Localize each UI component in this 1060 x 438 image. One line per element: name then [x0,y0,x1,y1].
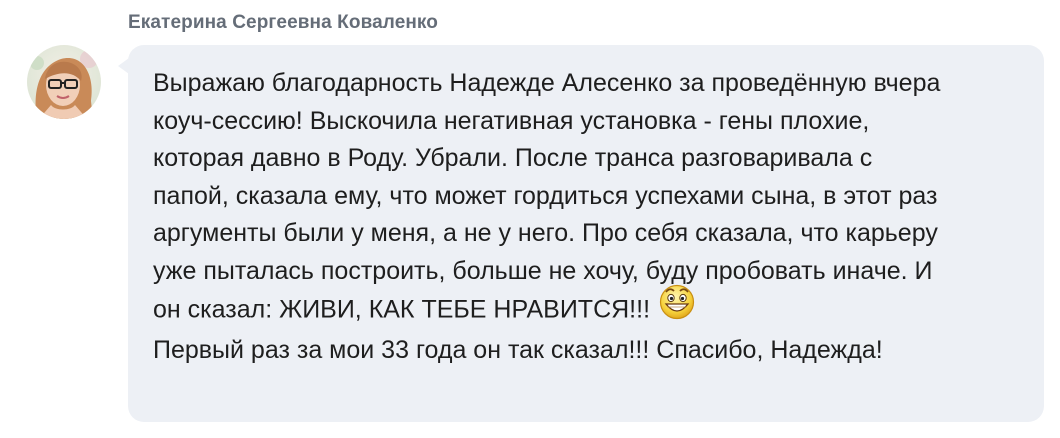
message-line: он сказал: ЖИВИ, КАК ТЕБЕ НРАВИТСЯ!!! [153,295,651,324]
message-text: Выражаю благодарность Надежде Алесенко з… [153,65,1033,369]
sender-name[interactable]: Екатерина Сергеевна Коваленко [128,12,438,34]
message-line: Выражаю благодарность Надежде Алесенко з… [153,69,941,97]
avatar-photo-icon [27,45,101,119]
message-line-with-emoji: он сказал: ЖИВИ, КАК ТЕБЕ НРАВИТСЯ!!! [153,284,1033,332]
grinning-face-emoji-icon [658,282,696,332]
message-line: уже пыталась построить, больше не хочу, … [153,256,933,285]
user-avatar[interactable] [27,45,101,119]
message-line: папой, сказала ему, что может гордиться … [153,181,938,210]
message-line: Первый раз за мои 33 года он так сказал!… [153,335,883,364]
message-line: аргументы были у меня, а не у него. Про … [153,219,938,247]
message-line: которая давно в Роду. Убрали. После тран… [153,144,873,172]
message-line: коуч-сессию! Выскочила негативная устано… [153,106,870,135]
